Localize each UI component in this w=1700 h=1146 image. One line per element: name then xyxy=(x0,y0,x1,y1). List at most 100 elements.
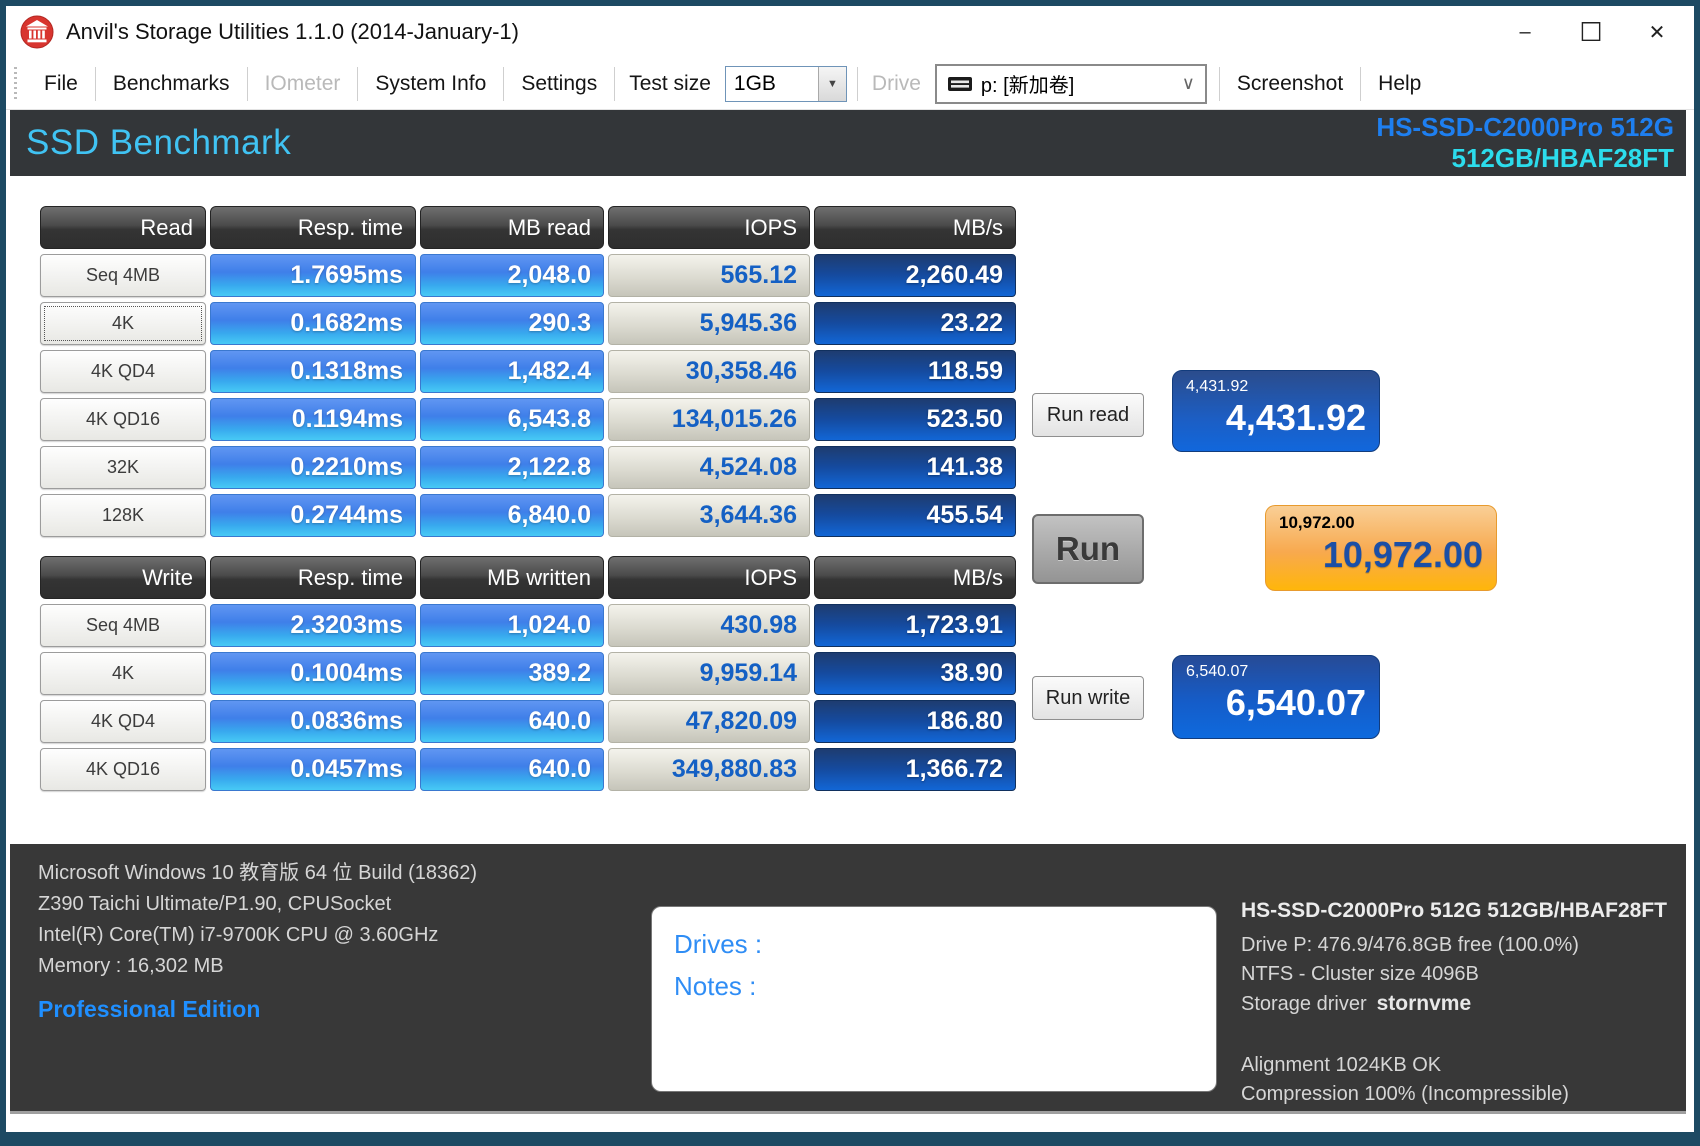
write-row-1-label[interactable]: 4K xyxy=(40,652,206,695)
write-row-2-mbs: 186.80 xyxy=(814,700,1016,743)
write-row-0-iops: 430.98 xyxy=(608,604,810,647)
app-window: Anvil's Storage Utilities 1.1.0 (2014-Ja… xyxy=(0,0,1700,1146)
drive-info-title: HS-SSD-C2000Pro 512G 512GB/HBAF28FT xyxy=(1241,899,1667,922)
menu-file[interactable]: File xyxy=(27,58,95,109)
write-row-2-iops: 47,820.09 xyxy=(608,700,810,743)
benchmark-header: SSD Benchmark HS-SSD-C2000Pro 512G 512GB… xyxy=(10,110,1686,176)
total-score-small: 10,972.00 xyxy=(1279,513,1355,532)
read-row-1-resp: 0.1682ms xyxy=(210,302,416,345)
total-score-box: 10,972.00 10,972.00 xyxy=(1265,505,1497,591)
memory-line: Memory : 16,302 MB xyxy=(38,955,224,977)
menu-system-info[interactable]: System Info xyxy=(358,58,503,109)
close-button[interactable]: ✕ xyxy=(1624,8,1690,56)
read-row-5-mbs: 455.54 xyxy=(814,494,1016,537)
read-row-3-resp: 0.1194ms xyxy=(210,398,416,441)
read-row-1-mb: 290.3 xyxy=(420,302,604,345)
write-row-2-label[interactable]: 4K QD4 xyxy=(40,700,206,743)
read-row-3-mbs: 523.50 xyxy=(814,398,1016,441)
read-header-3: IOPS xyxy=(608,206,810,249)
read-row-1-label[interactable]: 4K xyxy=(40,302,206,345)
read-row-5-resp: 0.2744ms xyxy=(210,494,416,537)
read-row-4-label[interactable]: 32K xyxy=(40,446,206,489)
read-score-small: 4,431.92 xyxy=(1186,378,1249,395)
write-table: Write Resp. time MB written IOPS MB/s Seq 4MB… xyxy=(40,556,1016,791)
os-line: Microsoft Windows 10 教育版 64 位 Build (183… xyxy=(38,862,478,884)
write-row-1-mb: 389.2 xyxy=(420,652,604,695)
page-title: SSD Benchmark xyxy=(26,123,292,162)
device-name: HS-SSD-C2000Pro 512G 512GB/HBAF28FT xyxy=(1376,112,1674,173)
filesystem-line: NTFS - Cluster size 4096B xyxy=(1241,963,1479,985)
drive-select[interactable]: p: [新加卷] ∨ xyxy=(934,63,1207,104)
storage-driver-value: stornvme xyxy=(1376,992,1472,1015)
run-write-button[interactable]: Run write xyxy=(1032,676,1144,720)
edition-label: Professional Edition xyxy=(38,996,261,1022)
chevron-down-icon: ∨ xyxy=(1181,73,1195,93)
write-row-0-label[interactable]: Seq 4MB xyxy=(40,604,206,647)
write-row-3-mb: 640.0 xyxy=(420,748,604,791)
read-row-4-mbs: 141.38 xyxy=(814,446,1016,489)
read-row-4-mb: 2,122.8 xyxy=(420,446,604,489)
read-header-1: Resp. time xyxy=(210,206,416,249)
run-button[interactable]: Run xyxy=(1032,514,1144,584)
main-area: Read Resp. time MB read IOPS MB/s Seq 4MB 1.76… xyxy=(6,176,1694,844)
write-score-box: 6,540.07 6,540.07 xyxy=(1172,655,1380,739)
read-row-5-mb: 6,840.0 xyxy=(420,494,604,537)
run-read-button[interactable]: Run read xyxy=(1032,393,1144,437)
write-header-3: IOPS xyxy=(608,556,810,599)
write-row-2-resp: 0.0836ms xyxy=(210,700,416,743)
read-row-2-resp: 0.1318ms xyxy=(210,350,416,393)
write-row-3-mbs: 1,366.72 xyxy=(814,748,1016,791)
compression-line: Compression 100% (Incompressible) xyxy=(1241,1083,1569,1105)
read-row-2-label[interactable]: 4K QD4 xyxy=(40,350,206,393)
write-row-2-mb: 640.0 xyxy=(420,700,604,743)
menu-iometer: IOmeter xyxy=(264,71,341,95)
read-row-0-iops: 565.12 xyxy=(608,254,810,297)
write-row-3-iops: 349,880.83 xyxy=(608,748,810,791)
write-header-2: MB written xyxy=(420,556,604,599)
test-size-select[interactable]: 1GB ▼ xyxy=(724,65,847,102)
read-header-2: MB read xyxy=(420,206,604,249)
window-title: Anvil's Storage Utilities 1.1.0 (2014-Ja… xyxy=(66,19,519,44)
read-row-4-resp: 0.2210ms xyxy=(210,446,416,489)
write-row-3-resp: 0.0457ms xyxy=(210,748,416,791)
cpu-line: Intel(R) Core(TM) i7-9700K CPU @ 3.60GHz xyxy=(38,924,439,946)
read-table: Read Resp. time MB read IOPS MB/s Seq 4MB 1.76… xyxy=(40,206,1016,537)
maximize-button[interactable]: ☐ xyxy=(1558,8,1624,56)
read-row-5-label[interactable]: 128K xyxy=(40,494,206,537)
menu-help[interactable]: Help xyxy=(1361,58,1438,109)
storage-driver-label: Storage driver xyxy=(1241,993,1367,1015)
total-score-large: 10,972.00 xyxy=(1322,534,1483,575)
menu-benchmarks[interactable]: Benchmarks xyxy=(96,58,247,109)
write-score-small: 6,540.07 xyxy=(1186,663,1249,680)
read-header-0: Read xyxy=(40,206,206,249)
read-row-0-label[interactable]: Seq 4MB xyxy=(40,254,206,297)
menu-screenshot[interactable]: Screenshot xyxy=(1220,58,1360,109)
read-score-box: 4,431.92 4,431.92 xyxy=(1172,370,1380,452)
board-line: Z390 Taichi Ultimate/P1.90, CPUSocket xyxy=(38,893,392,915)
notes-label: Notes : xyxy=(674,971,757,1001)
titlebar: Anvil's Storage Utilities 1.1.0 (2014-Ja… xyxy=(6,6,1694,58)
drives-notes-box[interactable]: Drives : Notes : xyxy=(651,906,1217,1092)
read-row-1-iops: 5,945.36 xyxy=(608,302,810,345)
read-row-3-label[interactable]: 4K QD16 xyxy=(40,398,206,441)
write-row-3-label[interactable]: 4K QD16 xyxy=(40,748,206,791)
alignment-line: Alignment 1024KB OK xyxy=(1241,1054,1442,1076)
drive-value: p: [新加卷] xyxy=(980,75,1075,97)
read-row-2-mbs: 118.59 xyxy=(814,350,1016,393)
write-score-large: 6,540.07 xyxy=(1225,682,1366,723)
read-row-2-mb: 1,482.4 xyxy=(420,350,604,393)
read-row-3-mb: 6,543.8 xyxy=(420,398,604,441)
window-controls: – ☐ ✕ xyxy=(1492,8,1690,56)
write-header-1: Resp. time xyxy=(210,556,416,599)
device-line1: HS-SSD-C2000Pro 512G xyxy=(1376,112,1674,143)
system-info: Microsoft Windows 10 教育版 64 位 Build (183… xyxy=(38,858,477,1025)
drive-info: HS-SSD-C2000Pro 512G 512GB/HBAF28FT Driv… xyxy=(1241,896,1686,1109)
read-row-0-mb: 2,048.0 xyxy=(420,254,604,297)
read-row-2-iops: 30,358.46 xyxy=(608,350,810,393)
read-row-4-iops: 4,524.08 xyxy=(608,446,810,489)
write-row-1-iops: 9,959.14 xyxy=(608,652,810,695)
minimize-button[interactable]: – xyxy=(1492,8,1558,56)
menu-settings[interactable]: Settings xyxy=(504,58,614,109)
chevron-down-icon[interactable]: ▼ xyxy=(817,66,846,101)
